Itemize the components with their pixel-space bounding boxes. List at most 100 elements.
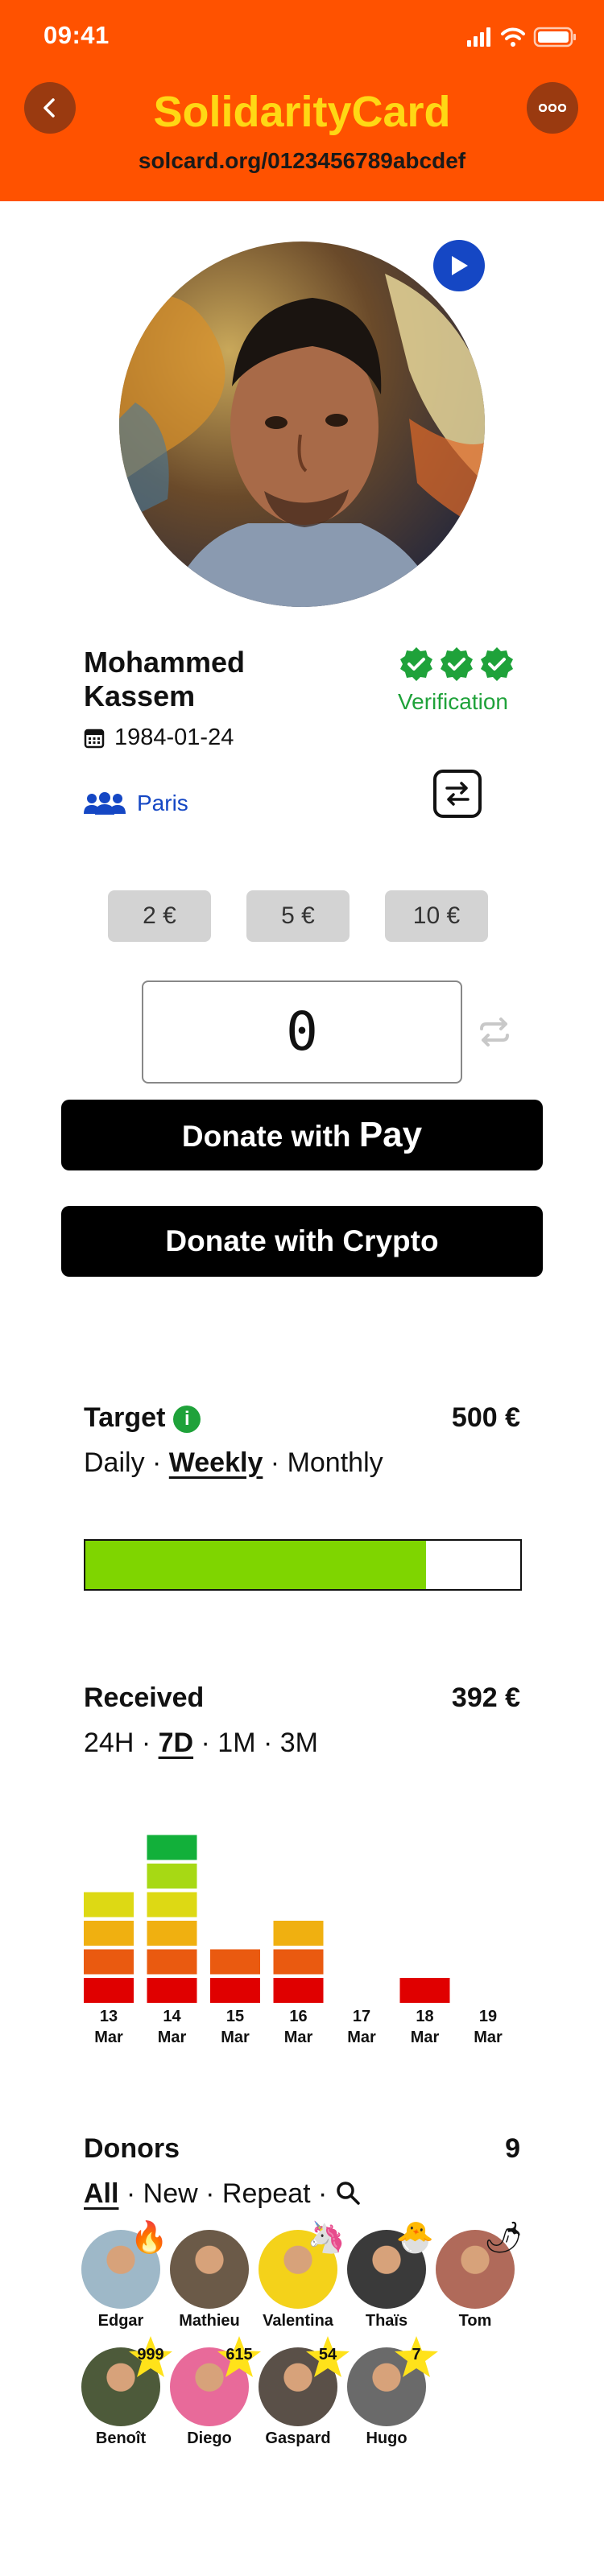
period-monthly[interactable]: Monthly — [288, 1447, 383, 1478]
donation-count-star-badge: 7 — [392, 2334, 441, 2380]
chart-x-label: 19 Mar — [474, 2008, 503, 2046]
donor-avatar[interactable]: 🦄 — [259, 2221, 345, 2309]
apple-pay-prefix: Donate with — [181, 1120, 351, 1153]
chart-bar-block — [84, 1949, 134, 1975]
chick-emoji-icon: 🐣 — [395, 2221, 434, 2255]
donor-avatar[interactable]: 7 — [347, 2336, 438, 2426]
donor-avatar[interactable]: 🌶 — [436, 2221, 523, 2309]
donor-item[interactable]: 🌶 Tom — [435, 2221, 523, 2330]
first-name: Mohammed — [84, 646, 246, 679]
donor-avatar[interactable] — [170, 2230, 249, 2309]
app-header: 09:41 SolidarityCard solcard.org/0123456… — [0, 0, 604, 201]
battery-icon — [533, 27, 576, 47]
donor-filter-tabs: All · New · Repeat · — [84, 2178, 361, 2210]
filter-new[interactable]: New — [143, 2178, 198, 2209]
period-weekly[interactable]: Weekly — [169, 1447, 263, 1478]
donor-avatar[interactable]: 999 — [81, 2336, 172, 2426]
donor-name: Gaspard — [265, 2429, 331, 2447]
play-video-button[interactable] — [433, 240, 485, 291]
chart-bar-block — [399, 1978, 450, 2003]
donation-amount-input[interactable]: 0 — [142, 980, 462, 1084]
transfer-button[interactable] — [433, 770, 482, 818]
donation-count-star-badge: 999 — [126, 2334, 175, 2380]
transfer-arrows-icon — [445, 782, 470, 806]
received-value: 392 € — [451, 1682, 520, 1713]
chart-bar-block — [210, 1949, 260, 1975]
donor-name: Diego — [187, 2429, 232, 2447]
chart-x-label: 14 Mar — [157, 2008, 187, 2046]
chart-x-label: 16 Mar — [283, 2008, 313, 2046]
signal-icon — [467, 27, 490, 47]
range-1m[interactable]: 1M — [217, 1728, 255, 1758]
donor-item[interactable]: 54 Gaspard — [258, 2336, 350, 2448]
donor-avatar[interactable]: 54 — [259, 2336, 350, 2426]
chart-bar-block — [84, 1921, 134, 1946]
range-3m[interactable]: 3M — [280, 1728, 318, 1758]
donate-apple-pay-button[interactable]: Donate with Pay — [61, 1100, 543, 1170]
chart-bar-block — [147, 1949, 197, 1975]
city-name[interactable]: Paris — [137, 791, 188, 816]
donors-title: Donors — [84, 2133, 180, 2164]
city-row[interactable]: Paris — [84, 791, 188, 816]
filter-all[interactable]: All — [84, 2178, 118, 2209]
status-icons — [467, 24, 580, 48]
amount-chip-10[interactable]: 10 € — [385, 890, 488, 942]
wifi-icon — [501, 27, 525, 40]
donor-item[interactable]: 999 Benoît — [81, 2336, 172, 2448]
donor-name: Tom — [458, 2312, 492, 2330]
donation-count-star-badge: 615 — [215, 2334, 263, 2380]
donor-item[interactable]: Mathieu — [169, 2230, 250, 2330]
target-value: 500 € — [451, 1402, 520, 1433]
donor-item[interactable]: 615 Diego — [169, 2336, 261, 2448]
verification-label[interactable]: Verification — [398, 689, 508, 715]
donor-avatar[interactable]: 🔥 — [81, 2221, 168, 2309]
range-7d[interactable]: 7D — [159, 1728, 193, 1758]
apple-pay-word: Pay — [358, 1115, 423, 1154]
unicorn-emoji-icon: 🦄 — [307, 2221, 345, 2255]
search-icon[interactable] — [335, 2180, 361, 2206]
status-time: 09:41 — [43, 21, 110, 49]
donor-avatar[interactable]: 🐣 — [347, 2221, 434, 2309]
amount-chip-2[interactable]: 2 € — [108, 890, 211, 942]
app-title: SolidarityCard — [153, 88, 451, 136]
chart-bar-block — [147, 1921, 197, 1946]
chart-bar-block — [147, 1978, 197, 2003]
chart-bar-block — [273, 1978, 324, 2003]
currency-swap-icon[interactable] — [477, 1016, 512, 1052]
donor-item[interactable]: 🔥 Edgar — [81, 2221, 168, 2330]
birth-date-row: 1984-01-24 — [84, 724, 234, 751]
amount-chip-5[interactable]: 5 € — [246, 890, 350, 942]
card-url[interactable]: solcard.org/0123456789abcdef — [0, 148, 604, 174]
target-title: Target — [84, 1402, 166, 1433]
donor-item[interactable]: 🐣 Thaïs — [346, 2221, 434, 2330]
donor-name: Valentina — [263, 2312, 333, 2330]
target-period-tabs: Daily · Weekly · Monthly — [84, 1447, 383, 1478]
profile-photo — [119, 242, 485, 607]
play-icon — [452, 256, 468, 275]
verified-badge-icon — [400, 647, 432, 681]
verified-badge-icon — [481, 647, 513, 681]
donation-count-star-badge: 54 — [304, 2334, 352, 2380]
chart-bar-block — [273, 1921, 324, 1946]
period-daily[interactable]: Daily — [84, 1447, 145, 1478]
more-button[interactable] — [527, 82, 578, 134]
donor-avatar[interactable]: 615 — [170, 2336, 261, 2426]
donor-item[interactable]: 7 Hugo — [346, 2336, 438, 2448]
calendar-icon — [84, 729, 105, 748]
birth-date: 1984-01-24 — [114, 724, 234, 750]
target-title-row: Target i — [84, 1402, 201, 1434]
filter-repeat[interactable]: Repeat — [222, 2178, 311, 2209]
donate-crypto-button[interactable]: Donate with Crypto — [61, 1206, 543, 1277]
donor-name: Hugo — [366, 2429, 407, 2447]
info-icon[interactable]: i — [173, 1406, 201, 1433]
verification-checks[interactable] — [398, 646, 515, 683]
last-name: Kassem — [84, 679, 196, 712]
beneficiary-name: Mohammed Kassem — [84, 646, 293, 713]
chart-bar-block — [84, 1892, 134, 1918]
received-range-tabs: 24H · 7D · 1M · 3M — [84, 1728, 318, 1758]
verified-badge-icon — [441, 647, 473, 681]
chart-x-label: 15 Mar — [221, 2008, 250, 2046]
donor-name: Thaïs — [365, 2312, 408, 2330]
range-24h[interactable]: 24H — [84, 1728, 134, 1758]
donor-item[interactable]: 🦄 Valentina — [258, 2221, 345, 2330]
